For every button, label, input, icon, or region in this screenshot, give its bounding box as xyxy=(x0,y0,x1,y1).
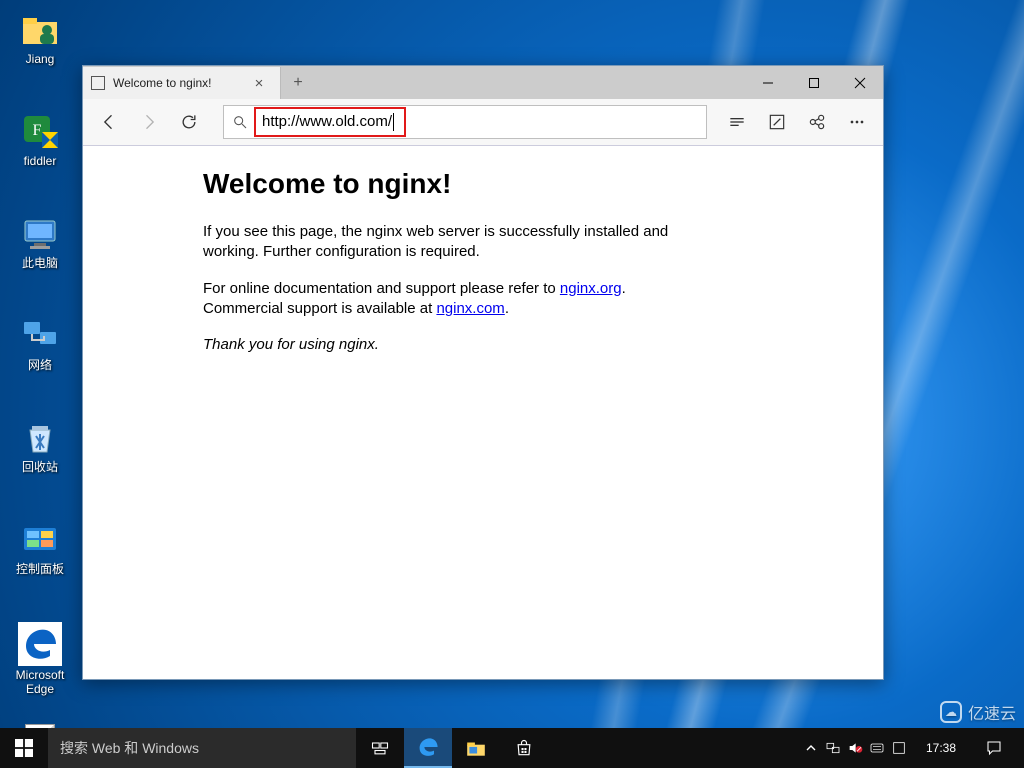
desktop-icons: Jiang F fiddler 此电脑 网络 回收站 控制面板 Microso xyxy=(0,0,80,768)
desktop-icon-label: 此电脑 xyxy=(22,256,58,270)
tray-extra-icon[interactable] xyxy=(888,728,910,768)
watermark: ☁ 亿速云 xyxy=(940,700,1016,724)
taskbar-app-store[interactable] xyxy=(500,728,548,768)
taskbar-search-placeholder: 搜索 Web 和 Windows xyxy=(60,738,199,758)
fiddler-icon: F xyxy=(20,112,60,152)
window-maximize-button[interactable] xyxy=(791,66,837,99)
desktop-icon-label: 回收站 xyxy=(22,460,58,474)
edge-icon xyxy=(18,622,62,666)
system-tray: 17:38 xyxy=(798,728,1024,768)
new-tab-button[interactable]: + xyxy=(281,67,315,99)
page-paragraph-1: If you see this page, the nginx web serv… xyxy=(203,222,723,263)
browser-tab-title: Welcome to nginx! xyxy=(113,76,246,90)
desktop-icon-thispc[interactable]: 此电脑 xyxy=(2,214,78,288)
para2-pre: For online documentation and support ple… xyxy=(203,280,560,297)
share-button[interactable] xyxy=(797,102,837,142)
browser-toolbar: http://www.old.com/ xyxy=(83,99,883,146)
para2-mid: . xyxy=(622,280,626,297)
tray-ime-icon[interactable] xyxy=(866,728,888,768)
address-highlight-annotation: http://www.old.com/ xyxy=(254,107,406,137)
clock-time: 17:38 xyxy=(926,742,956,755)
forward-button[interactable] xyxy=(129,102,169,142)
back-button[interactable] xyxy=(89,102,129,142)
para2-end: . xyxy=(505,300,509,317)
this-pc-icon xyxy=(20,214,60,254)
desktop-icon-label: 控制面板 xyxy=(16,562,64,576)
control-panel-icon xyxy=(20,520,60,560)
refresh-button[interactable] xyxy=(169,102,209,142)
user-folder-icon xyxy=(20,10,60,50)
browser-tabstrip: Welcome to nginx! × + xyxy=(83,66,883,99)
tray-overflow-button[interactable] xyxy=(800,728,822,768)
taskbar-app-explorer[interactable] xyxy=(452,728,500,768)
page-heading: Welcome to nginx! xyxy=(203,168,763,200)
link-nginx-com[interactable]: nginx.com xyxy=(436,300,504,317)
recycle-bin-icon xyxy=(20,418,60,458)
network-icon xyxy=(20,316,60,356)
tray-volume-icon[interactable] xyxy=(844,728,866,768)
address-input[interactable]: http://www.old.com/ xyxy=(262,113,392,130)
taskbar-app-edge[interactable] xyxy=(404,728,452,768)
desktop-icon-label: Jiang xyxy=(26,52,55,66)
action-center-button[interactable] xyxy=(972,739,1016,757)
address-bar[interactable]: http://www.old.com/ xyxy=(223,105,707,139)
window-minimize-button[interactable] xyxy=(745,66,791,99)
watermark-text: 亿速云 xyxy=(968,700,1016,724)
desktop-icon-recyclebin[interactable]: 回收站 xyxy=(2,418,78,492)
desktop-icon-controlpanel[interactable]: 控制面板 xyxy=(2,520,78,594)
start-button[interactable] xyxy=(0,728,48,768)
text-caret-icon xyxy=(393,113,394,131)
browser-page-content: Welcome to nginx! If you see this page, … xyxy=(83,146,883,679)
desktop-icon-label: Microsoft Edge xyxy=(2,668,78,696)
more-button[interactable] xyxy=(837,102,877,142)
desktop-icon-label: 网络 xyxy=(28,358,52,372)
page-thanks: Thank you for using nginx. xyxy=(203,335,723,355)
browser-tab-active[interactable]: Welcome to nginx! × xyxy=(83,67,281,99)
taskbar-search-box[interactable]: 搜索 Web 和 Windows xyxy=(48,728,356,768)
desktop-icon-edge[interactable]: Microsoft Edge xyxy=(2,622,78,696)
desktop-icon-network[interactable]: 网络 xyxy=(2,316,78,390)
tab-close-button[interactable]: × xyxy=(246,75,272,92)
taskbar-clock[interactable]: 17:38 xyxy=(910,742,972,755)
page-paragraph-2: For online documentation and support ple… xyxy=(203,279,723,320)
page-favicon-icon xyxy=(91,76,105,90)
link-nginx-org[interactable]: nginx.org xyxy=(560,280,622,297)
window-controls xyxy=(745,66,883,99)
task-view-button[interactable] xyxy=(356,728,404,768)
tray-network-icon[interactable] xyxy=(822,728,844,768)
web-note-button[interactable] xyxy=(757,102,797,142)
toolbar-right-buttons xyxy=(717,102,877,142)
edge-browser-window: Welcome to nginx! × + http://www.old.com… xyxy=(82,65,884,680)
desktop-icon-user[interactable]: Jiang xyxy=(2,10,78,84)
reading-view-button[interactable] xyxy=(717,102,757,142)
window-close-button[interactable] xyxy=(837,66,883,99)
svg-text:F: F xyxy=(33,122,42,139)
desktop-icon-fiddler[interactable]: F fiddler xyxy=(2,112,78,186)
desktop-icon-label: fiddler xyxy=(24,154,57,168)
search-icon xyxy=(224,114,256,130)
taskbar: 搜索 Web 和 Windows 17:38 xyxy=(0,728,1024,768)
cloud-icon: ☁ xyxy=(940,701,962,723)
para2-br: Commercial support is available at xyxy=(203,300,436,317)
